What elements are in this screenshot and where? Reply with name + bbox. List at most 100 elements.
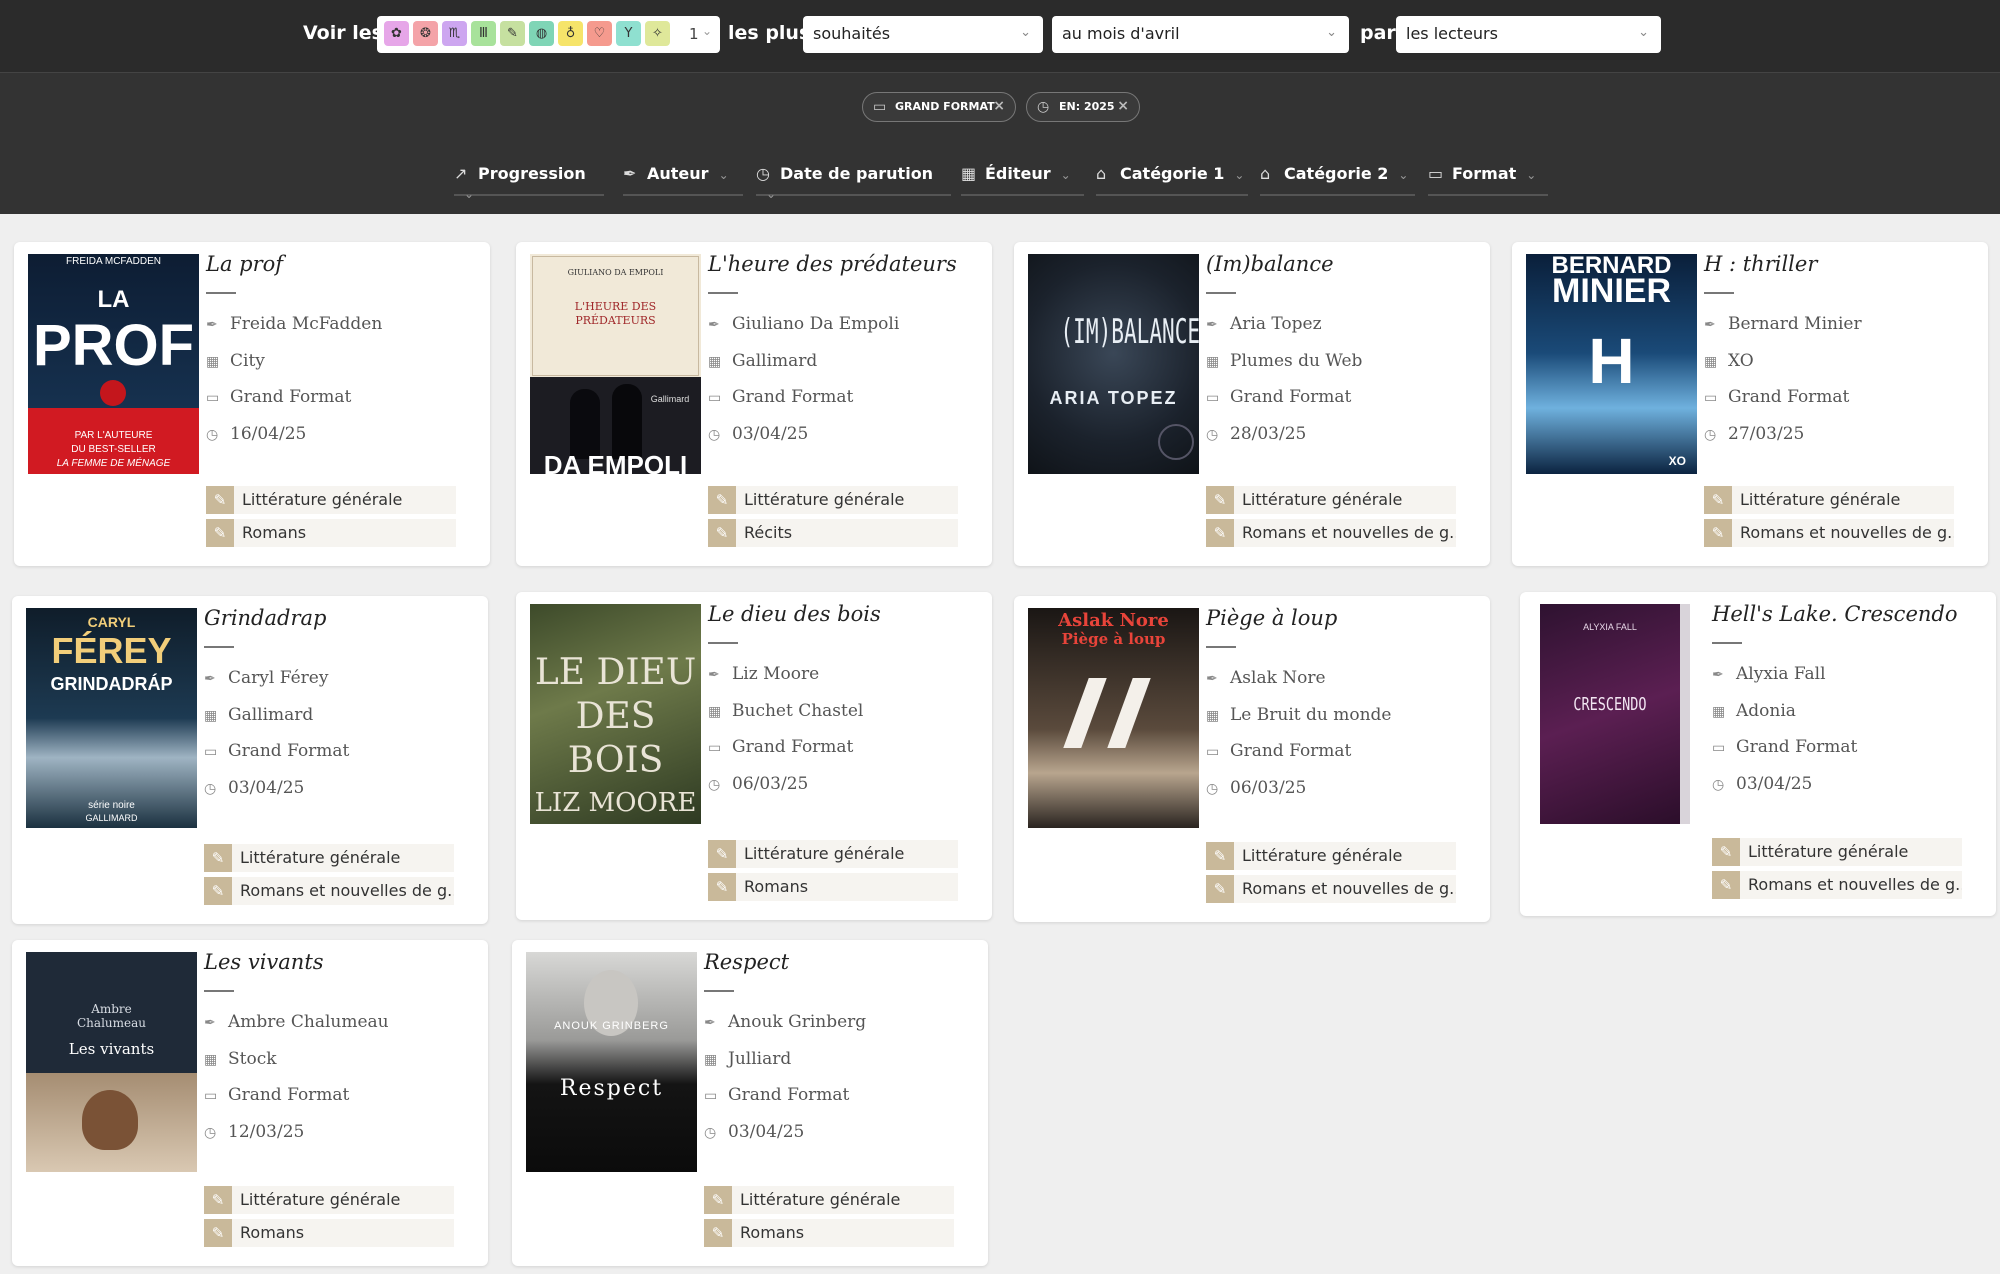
book-author[interactable]: ✒ Bernard Minier [1704, 314, 1862, 334]
category-tag[interactable]: ✎ Romans et nouvelles de g... [1206, 875, 1456, 903]
book-cover[interactable]: CARYL FÉREY GRINDADRÁP série noire GALLI… [26, 608, 197, 828]
columns-icon[interactable]: Ⅲ [471, 21, 496, 46]
book-author[interactable]: ✒ Aslak Nore [1206, 668, 1326, 688]
category-icon-selector[interactable]: ✿ ❂ ♏ Ⅲ ✎ ◍ ♁ ♡ Y ✧ 1 ⌄ [377, 16, 720, 53]
book-icon: ▭ [708, 740, 722, 756]
book-publisher[interactable]: ▦ Gallimard [708, 351, 817, 371]
sort-format[interactable]: ▭ Format ⌄ [1428, 156, 1548, 196]
book-author[interactable]: ✒ Ambre Chalumeau [204, 1012, 389, 1032]
book-title[interactable]: Piège à loup [1206, 606, 1337, 630]
category-tag[interactable]: ✎ Littérature générale [206, 486, 456, 514]
book-cover[interactable]: Aslak Nore Piège à loup [1028, 608, 1199, 828]
sort-date[interactable]: ◷ Date de parution⌄ [756, 156, 951, 201]
book-card[interactable]: BERNARD MINIER H XO H : thriller ✒ Bernar… [1512, 242, 1988, 566]
book-cover[interactable]: FREIDA MCFADDEN LA PROF PAR L'AUTEURE DU… [28, 254, 199, 474]
book-cover[interactable]: Ambre Chalumeau Les vivants [26, 952, 197, 1172]
bulb-icon[interactable]: ♁ [558, 21, 583, 46]
book-cover[interactable]: BERNARD MINIER H XO [1526, 254, 1697, 474]
book-author[interactable]: ✒ Giuliano Da Empoli [708, 314, 899, 334]
book-author[interactable]: ✒ Alyxia Fall [1712, 664, 1826, 684]
category-tag[interactable]: ✎ Romans [708, 873, 958, 901]
sort-category-2[interactable]: ⌂ Catégorie 2 ⌄ [1260, 156, 1415, 196]
globe-icon[interactable]: ◍ [529, 21, 554, 46]
sort-category-1[interactable]: ⌂ Catégorie 1 ⌄ [1096, 156, 1248, 196]
book-cover[interactable]: LE DIEU DES BOIS LIZ MOORE [530, 604, 701, 824]
book-card[interactable]: (IM)BALANCE ARIA TOPEZ (Im)balance ✒ Aria… [1014, 242, 1490, 566]
category-tag[interactable]: ✎ Romans [704, 1219, 954, 1247]
close-icon[interactable]: × [993, 98, 1005, 114]
category-tag[interactable]: ✎ Littérature générale [704, 1186, 954, 1214]
filter-chip-format[interactable]: ▭ GRAND FORMAT × [862, 92, 1016, 122]
book-title[interactable]: Respect [704, 950, 789, 974]
book-title[interactable]: Grindadrap [204, 606, 326, 630]
book-title[interactable]: (Im)balance [1206, 252, 1334, 276]
book-title[interactable]: Hell's Lake. Crescendo [1712, 602, 1957, 626]
book-cover[interactable]: ALYXIA FALL CRESCENDO [1540, 604, 1690, 824]
audience-select[interactable]: les lecteurs ⌄ [1396, 16, 1661, 53]
book-card[interactable]: FREIDA MCFADDEN LA PROF PAR L'AUTEURE DU… [14, 242, 490, 566]
book-card[interactable]: ANOUK GRINBERG Respect Respect ✒ Anouk Gr… [512, 940, 988, 1266]
category-tag[interactable]: ✎ Récits [708, 519, 958, 547]
book-author[interactable]: ✒ Freida McFadden [206, 314, 382, 334]
category-tag[interactable]: ✎ Littérature générale [1206, 842, 1456, 870]
book-cover[interactable]: ANOUK GRINBERG Respect [526, 952, 697, 1172]
category-tag[interactable]: ✎ Romans et nouvelles de g... [204, 877, 454, 905]
book-author[interactable]: ✒ Anouk Grinberg [704, 1012, 866, 1032]
book-title[interactable]: Le dieu des bois [708, 602, 881, 626]
book-title[interactable]: H : thriller [1704, 252, 1817, 276]
category-tag[interactable]: ✎ Romans et nouvelles de g... [1704, 519, 1954, 547]
book-publisher[interactable]: ▦ Julliard [704, 1049, 791, 1069]
book-publisher[interactable]: ▦ Adonia [1712, 701, 1796, 721]
book-card[interactable]: LE DIEU DES BOIS LIZ MOORE Le dieu des b… [516, 592, 992, 920]
book-cover[interactable]: (IM)BALANCE ARIA TOPEZ [1028, 254, 1199, 474]
book-publisher[interactable]: ▦ Le Bruit du monde [1206, 705, 1391, 725]
sort-publisher[interactable]: ▦ Éditeur ⌄ [961, 156, 1084, 196]
heart-icon[interactable]: ♡ [587, 21, 612, 46]
ranking-select[interactable]: souhaités ⌄ [803, 16, 1043, 53]
book-card[interactable]: Ambre Chalumeau Les vivants Les vivants … [12, 940, 488, 1266]
category-tag[interactable]: ✎ Romans et nouvelles de g... [1712, 871, 1962, 899]
brain-icon[interactable]: ❂ [413, 21, 438, 46]
category-tag[interactable]: ✎ Romans et nouvelles de g... [1206, 519, 1456, 547]
book-card[interactable]: Aslak Nore Piège à loup Piège à loup ✒ As… [1014, 596, 1490, 922]
cocktail-icon[interactable]: Y [616, 21, 641, 46]
category-tag[interactable]: ✎ Romans [204, 1219, 454, 1247]
sort-progression[interactable]: ↗ Progression⌄ [454, 156, 604, 201]
feather-icon[interactable]: ✎ [500, 21, 525, 46]
scorpio-icon[interactable]: ♏ [442, 21, 467, 46]
book-title[interactable]: Les vivants [204, 950, 324, 974]
category-tag[interactable]: ✎ Littérature générale [708, 840, 958, 868]
book-publisher[interactable]: ▦ Stock [204, 1049, 277, 1069]
category-tag[interactable]: ✎ Littérature générale [708, 486, 958, 514]
category-tag[interactable]: ✎ Littérature générale [1704, 486, 1954, 514]
category-tag[interactable]: ✎ Romans [206, 519, 456, 547]
flower-icon[interactable]: ✿ [384, 21, 409, 46]
category-tag[interactable]: ✎ Littérature générale [1206, 486, 1456, 514]
category-tag[interactable]: ✎ Littérature générale [204, 844, 454, 872]
category-tag[interactable]: ✎ Littérature générale [204, 1186, 454, 1214]
book-card[interactable]: ALYXIA FALL CRESCENDO Hell's Lake. Cresc… [1520, 592, 1996, 916]
sparkle-icon[interactable]: ✧ [645, 21, 670, 46]
book-publisher[interactable]: ▦ Plumes du Web [1206, 351, 1362, 371]
book-author[interactable]: ✒ Caryl Férey [204, 668, 328, 688]
book-title[interactable]: La prof [206, 252, 283, 276]
book-card[interactable]: CARYL FÉREY GRINDADRÁP série noire GALLI… [12, 596, 488, 924]
category-tag[interactable]: ✎ Littérature générale [1712, 838, 1962, 866]
publisher-text: Gallimard [732, 351, 818, 371]
book-author[interactable]: ✒ Aria Topez [1206, 314, 1322, 334]
book-author[interactable]: ✒ Liz Moore [708, 664, 819, 684]
publisher-text: Buchet Chastel [732, 701, 864, 721]
book-publisher[interactable]: ▦ City [206, 351, 265, 371]
book-publisher[interactable]: ▦ Gallimard [204, 705, 313, 725]
book-title[interactable]: L'heure des prédateurs [708, 252, 957, 276]
filter-chip-year[interactable]: ◷ EN: 2025 × [1026, 92, 1140, 122]
sort-author[interactable]: ✒ Auteur ⌄ [623, 156, 743, 196]
filter-chip-label: GRAND FORMAT [895, 100, 995, 113]
book-card[interactable]: GIULIANO DA EMPOLI L'HEURE DES PRÉDATEUR… [516, 242, 992, 566]
period-select[interactable]: au mois d'avril ⌄ [1052, 16, 1349, 53]
book-cover[interactable]: GIULIANO DA EMPOLI L'HEURE DES PRÉDATEUR… [530, 254, 701, 474]
close-icon[interactable]: × [1117, 98, 1129, 114]
book-publisher[interactable]: ▦ XO [1704, 351, 1754, 371]
format-text: Grand Format [728, 1085, 850, 1105]
book-publisher[interactable]: ▦ Buchet Chastel [708, 701, 863, 721]
